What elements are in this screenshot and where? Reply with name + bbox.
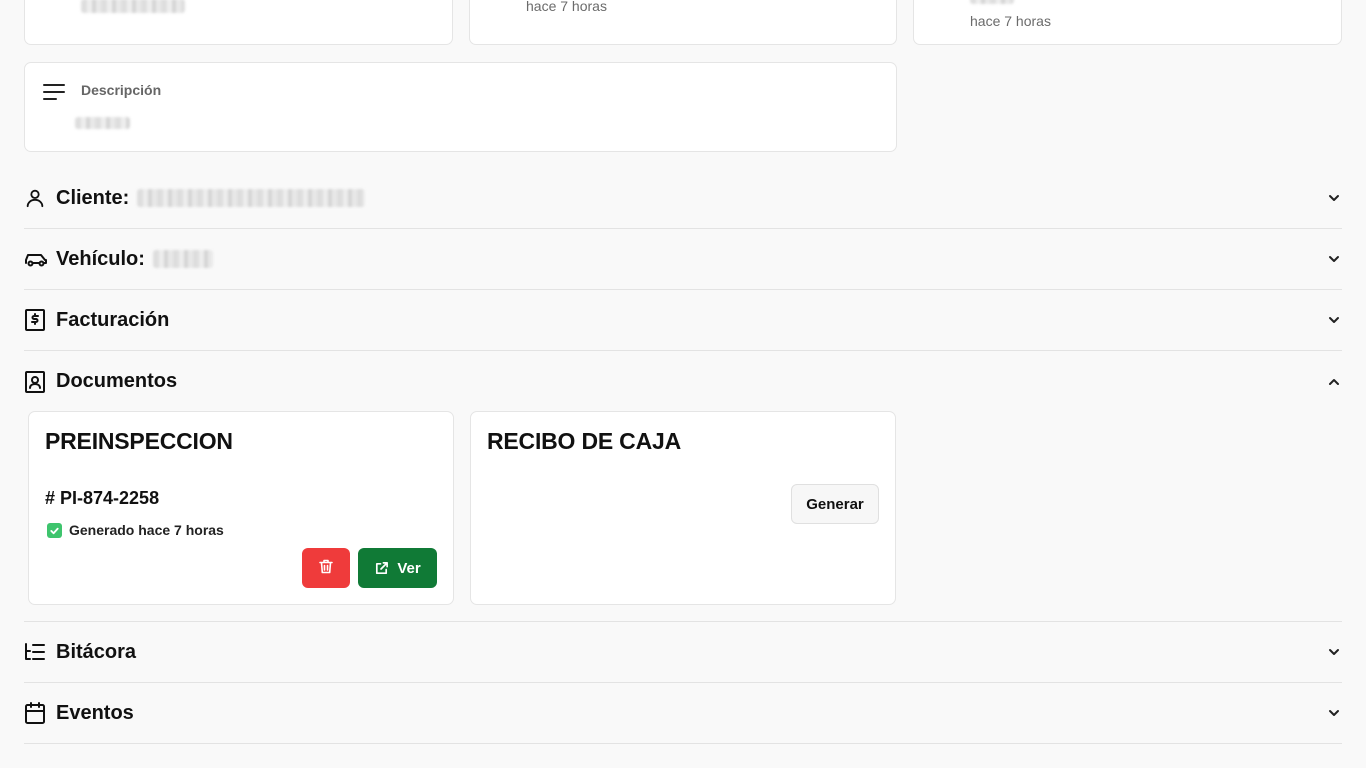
user-icon: [24, 186, 48, 210]
chevron-down-icon[interactable]: [1326, 644, 1342, 660]
section-title: Bitácora: [56, 640, 137, 663]
section-bitacora[interactable]: Bitácora: [24, 622, 1342, 683]
chevron-down-icon[interactable]: [1326, 705, 1342, 721]
document-status: Generado hace 7 horas: [45, 522, 224, 538]
section-cliente[interactable]: Cliente:: [24, 168, 1342, 229]
document-card-recibo: RECIBO DE CAJA Generar: [470, 411, 896, 605]
delete-button[interactable]: [302, 548, 350, 588]
view-button[interactable]: Ver: [358, 548, 437, 588]
calendar-icon: [24, 701, 48, 725]
section-vehiculo[interactable]: Vehículo:: [24, 229, 1342, 290]
section-title: Eventos: [56, 701, 134, 724]
redacted-value: [81, 0, 185, 13]
list-tree-icon: [24, 640, 48, 664]
info-card-3: hace 7 horas: [913, 0, 1342, 45]
status-text: Generado hace 7 horas: [69, 522, 224, 538]
section-title: Documentos: [56, 370, 178, 392]
section-title: Facturación: [56, 308, 170, 331]
receipt-dollar-icon: [24, 308, 48, 332]
description-label: Descripción: [81, 82, 162, 98]
document-title: RECIBO DE CAJA: [487, 428, 682, 454]
description-card: Descripción: [24, 62, 897, 152]
redacted-value: [970, 0, 1014, 4]
section-facturacion[interactable]: Facturación: [24, 290, 1342, 351]
section-title: Cliente:: [56, 186, 130, 209]
document-number: # PI-874-2258: [45, 488, 160, 508]
check-icon: [47, 522, 62, 538]
document-card-preinspeccion: PREINSPECCION # PI-874-2258 Generado hac…: [28, 411, 454, 605]
info-card-2: hace 7 horas: [469, 0, 897, 45]
car-icon: [24, 247, 48, 271]
chevron-down-icon[interactable]: [1326, 312, 1342, 328]
redacted-description: [75, 117, 130, 129]
section-documentos[interactable]: Documentos: [24, 351, 1342, 412]
document-title: PREINSPECCION: [45, 428, 233, 454]
section-eventos[interactable]: Eventos: [24, 683, 1342, 744]
info-card-1: [24, 0, 453, 45]
view-button-label: Ver: [397, 559, 421, 577]
external-link-icon: [374, 561, 389, 576]
text-align-left-icon: [43, 83, 65, 106]
user-square-icon: [24, 370, 48, 394]
redacted-plate: [152, 250, 213, 268]
card-time: hace 7 horas: [526, 0, 607, 14]
trash-icon: [319, 559, 333, 577]
redacted-client-name: [137, 189, 366, 207]
card-time: hace 7 horas: [970, 13, 1051, 29]
chevron-up-icon[interactable]: [1326, 374, 1342, 390]
section-title: Vehículo:: [56, 247, 145, 270]
chevron-down-icon[interactable]: [1326, 251, 1342, 267]
chevron-down-icon[interactable]: [1326, 190, 1342, 206]
generate-button[interactable]: Generar: [791, 484, 879, 524]
